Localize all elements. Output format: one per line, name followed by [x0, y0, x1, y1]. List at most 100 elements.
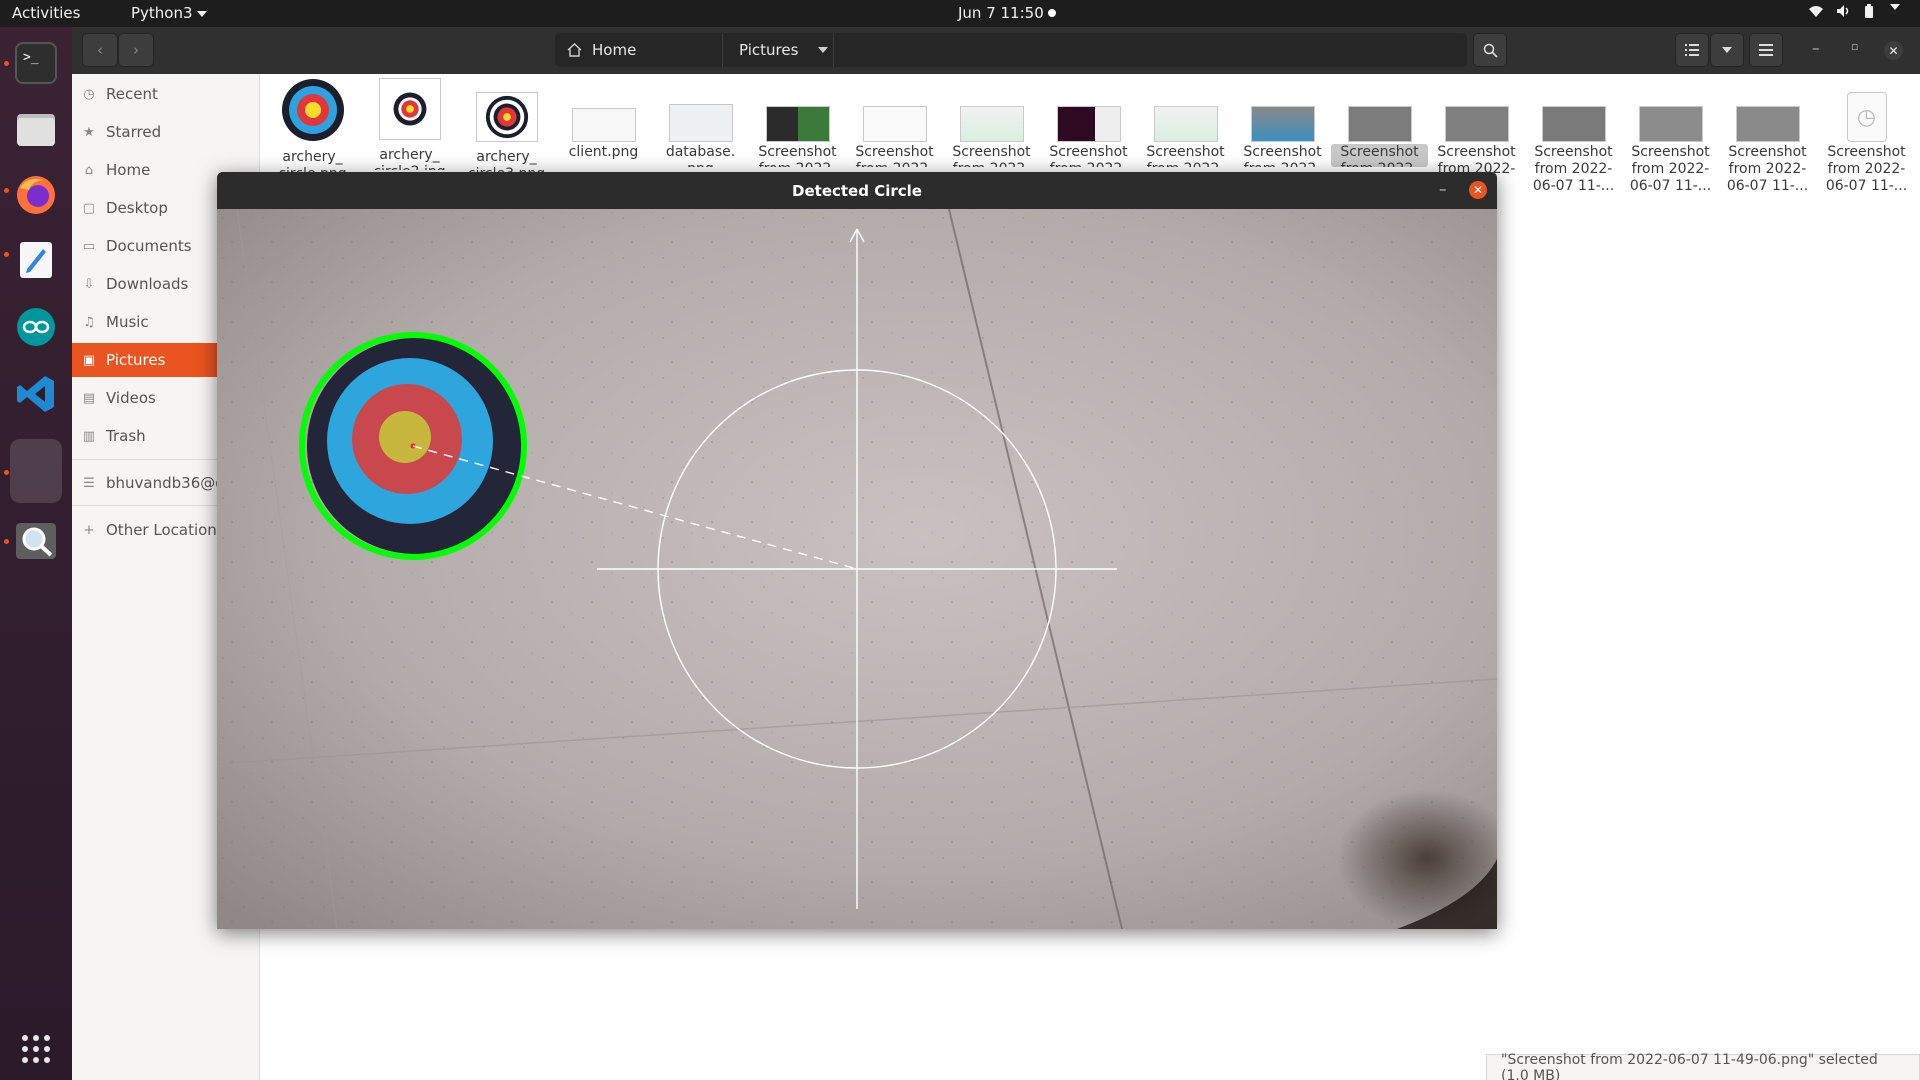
- file-item[interactable]: Screenshot from 2022- 06-07 11-...: [1719, 78, 1816, 195]
- image-thumbnail: [475, 92, 538, 142]
- main-menu-button[interactable]: [1749, 33, 1783, 67]
- clock[interactable]: Jun 7 11:50: [958, 4, 1044, 22]
- dock-terminal[interactable]: >_: [10, 37, 62, 89]
- home-icon: [567, 43, 582, 57]
- app-menu[interactable]: Python3: [131, 4, 207, 22]
- file-item[interactable]: archery_circle3.png: [458, 78, 555, 172]
- system-menu-chevron-icon: [1890, 4, 1900, 10]
- sidebar-item-label: Music: [106, 313, 149, 331]
- system-tray[interactable]: [1808, 4, 1900, 18]
- chevron-down-icon: [196, 10, 207, 17]
- show-apps-button[interactable]: [10, 1023, 62, 1075]
- desktop-icon: ▢: [82, 200, 96, 216]
- chevron-down-icon: [1722, 47, 1732, 53]
- dock-vscode[interactable]: [10, 368, 62, 420]
- file-item[interactable]: archery_circle.png: [264, 78, 361, 172]
- file-item[interactable]: Screenshotfrom 2022-: [1137, 78, 1234, 167]
- file-name: Screenshot from 2022- 06-07 11-...: [1825, 144, 1908, 194]
- activities-button[interactable]: Activities: [12, 4, 80, 22]
- sidebar-item-recent[interactable]: ◷ Recent: [72, 77, 260, 111]
- maximize-icon[interactable]: ▫: [1851, 40, 1858, 53]
- app-menu-label: Python3: [131, 4, 193, 22]
- dock-arduino[interactable]: [10, 301, 62, 353]
- file-item[interactable]: archery_circle2.jpg: [361, 78, 458, 170]
- file-item[interactable]: Screenshot from 2022- 06-07 11-...: [1525, 78, 1622, 195]
- image-thumbnail: [1250, 106, 1315, 142]
- vscode-icon: [17, 376, 54, 412]
- sidebar-item-label: Recent: [106, 85, 158, 103]
- dock-files[interactable]: [10, 103, 62, 155]
- crumb-home-label: Home: [592, 41, 637, 59]
- image-thumbnail: [862, 106, 927, 142]
- minimize-icon[interactable]: –: [1812, 39, 1820, 57]
- music-icon: ♫: [83, 314, 95, 330]
- sidebar-item-label: Documents: [106, 237, 192, 255]
- image-thumbnail: [1638, 106, 1703, 142]
- dock-text-editor[interactable]: [10, 234, 62, 286]
- pictures-icon: ▣: [82, 352, 96, 368]
- close-icon: ✕: [1472, 183, 1484, 197]
- list-view-button[interactable]: [1675, 33, 1709, 67]
- window-title-bar[interactable]: Detected Circle: [217, 172, 1497, 209]
- downloads-icon: ⇩: [83, 276, 95, 292]
- view-options-button[interactable]: [1710, 33, 1744, 67]
- running-indicator: [4, 470, 9, 475]
- close-button[interactable]: ✕: [1469, 181, 1487, 199]
- show-apps-icon: [22, 1035, 50, 1063]
- file-name: Screenshotfrom 2022-: [952, 144, 1031, 167]
- forward-button[interactable]: ›: [118, 33, 154, 67]
- minimize-icon[interactable]: –: [1439, 180, 1447, 198]
- files-icon: [17, 114, 55, 146]
- image-thumbnail: [765, 106, 830, 142]
- file-item[interactable]: database.png: [652, 78, 749, 167]
- file-name: Screenshotfrom 2022-: [1049, 144, 1128, 167]
- plus-icon: +: [83, 522, 95, 538]
- sidebar-item-starred[interactable]: ★ Starred: [72, 115, 260, 149]
- file-item[interactable]: Screenshot from 2022- 06-07 11-...: [1622, 78, 1719, 195]
- image-thumbnail: [1056, 106, 1121, 142]
- file-item[interactable]: ◷ Screenshot from 2022- 06-07 11-...: [1818, 78, 1915, 195]
- notification-dot-icon: [1048, 9, 1056, 17]
- file-item-selected[interactable]: Screenshotfrom 2022-: [1331, 78, 1428, 167]
- image-thumbnail: [1153, 106, 1218, 142]
- file-name: archery_circle2.jpg: [373, 147, 445, 170]
- chevron-left-icon: ‹: [97, 41, 103, 59]
- file-item[interactable]: Screenshotfrom 2022-: [846, 78, 943, 167]
- running-indicator: [4, 539, 9, 544]
- running-indicator: [4, 188, 9, 193]
- clock-icon: ◷: [83, 86, 95, 102]
- dock-magnifier[interactable]: [10, 515, 62, 567]
- file-name: Screenshotfrom 2022-: [1243, 144, 1322, 167]
- back-button[interactable]: ‹: [82, 33, 118, 67]
- sidebar-item-label: Other Locations: [106, 521, 225, 539]
- file-item[interactable]: Screenshotfrom 2022-: [943, 78, 1040, 167]
- videos-icon: ▤: [82, 390, 96, 406]
- terminal-icon: >_: [15, 42, 57, 84]
- sidebar-item-label: Downloads: [106, 275, 189, 293]
- file-item[interactable]: Screenshotfrom 2022-: [749, 78, 846, 167]
- file-item[interactable]: client.png: [555, 78, 652, 161]
- arduino-icon: [17, 308, 55, 346]
- file-name: Screenshot from 2022- 06-07 11-...: [1726, 144, 1809, 194]
- close-button[interactable]: ✕: [1884, 41, 1903, 60]
- dock-python-app[interactable]: [10, 439, 62, 503]
- crumb-pictures[interactable]: Pictures: [739, 33, 829, 67]
- running-indicator: [4, 252, 9, 257]
- sidebar-item-label: bhuvandb36@gr: [106, 474, 231, 492]
- image-thumbnail: [378, 78, 441, 140]
- file-name: archery_circle3.png: [468, 149, 545, 172]
- file-item[interactable]: Screenshotfrom 2022-: [1040, 78, 1137, 167]
- dock-firefox[interactable]: [10, 169, 62, 221]
- crumb-home[interactable]: Home: [567, 33, 636, 67]
- camera-frame: [217, 209, 1497, 929]
- file-name: archery_circle.png: [278, 149, 346, 172]
- network-drive-icon: ☰: [83, 475, 95, 491]
- window-title: Detected Circle: [792, 181, 922, 200]
- running-indicator: [4, 61, 9, 66]
- path-bar: Home Pictures: [555, 33, 1467, 67]
- file-item[interactable]: Screenshotfrom 2022-: [1234, 78, 1331, 167]
- image-thumbnail: [281, 79, 344, 141]
- search-button[interactable]: [1473, 33, 1507, 67]
- firefox-icon: [17, 176, 55, 214]
- star-icon: ★: [83, 124, 95, 140]
